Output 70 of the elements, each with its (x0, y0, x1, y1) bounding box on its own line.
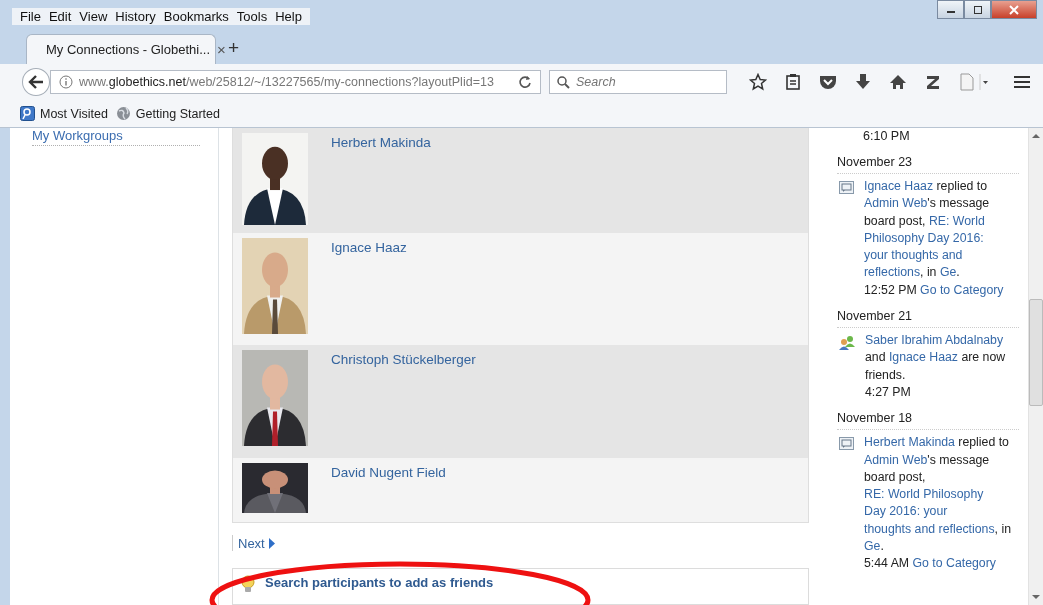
activity-link[interactable]: reflections (938, 521, 995, 536)
sidebar-link[interactable]: My Workgroups (32, 128, 200, 143)
menu-icon[interactable] (1013, 74, 1031, 90)
menu-item[interactable]: History (111, 9, 160, 24)
next-arrow-icon (267, 537, 275, 549)
search-field[interactable]: Search (549, 70, 727, 94)
activity-link[interactable]: Ignace Haaz (864, 179, 934, 193)
back-arrow-icon (27, 75, 44, 89)
go-to-category-link[interactable]: Category (953, 282, 1004, 297)
activity-text: Saber Ibrahim Abdalnaby and Ignace Haaz are now friends. 4:27 PM (865, 332, 1007, 401)
connection-name-link[interactable]: David Nugent Field (331, 465, 446, 480)
activity-link[interactable]: Saber Ibrahim (865, 333, 943, 348)
go-to-category-link[interactable]: Go to Category (912, 556, 996, 571)
page-dropdown-icon[interactable] (959, 73, 989, 91)
bookmark-star-icon[interactable] (749, 73, 767, 91)
lightbulb-icon (241, 575, 255, 594)
date-heading: November 21 (837, 309, 1019, 329)
bookmark-link[interactable]: Most Visited (20, 106, 108, 121)
menu-item[interactable]: Bookmarks (159, 9, 233, 24)
search-icon (556, 75, 570, 89)
activity-link[interactable]: your thoughts and (864, 248, 963, 263)
activity-time: 6:10 PM (862, 128, 911, 145)
go-to-category-link[interactable]: Go to (920, 282, 951, 297)
activity-link[interactable]: Day 2016: your (864, 504, 948, 519)
maximize-button[interactable] (964, 0, 991, 19)
next-link[interactable]: Next (238, 535, 275, 551)
scrollbar-thumb[interactable] (1029, 299, 1043, 406)
activity-link[interactable]: RE: World (928, 213, 985, 228)
clipboard-icon[interactable] (785, 73, 801, 91)
close-button[interactable] (991, 0, 1037, 19)
activity-link[interactable]: thoughts and (864, 521, 936, 536)
activity-link[interactable]: RE: World Philosophy (864, 487, 984, 502)
globe-icon (115, 106, 131, 121)
menu-item[interactable]: Tools (232, 9, 272, 24)
address-bar[interactable]: www.globethics.net/web/25812/~/13227565/my-connections?layoutPlid=13 (49, 70, 541, 94)
scrollbar[interactable] (1028, 128, 1043, 605)
menu-item[interactable]: View (75, 9, 112, 24)
activity-link[interactable]: Haaz (929, 350, 958, 365)
menu-item[interactable]: File (16, 9, 45, 24)
scroll-up-icon[interactable] (1032, 133, 1040, 139)
activity-link[interactable]: Ignace (888, 350, 926, 365)
activity-link[interactable]: Herbert Makinda (864, 435, 955, 450)
maximize-icon (972, 5, 983, 14)
activity-link[interactable]: Admin Web (864, 196, 928, 211)
scroll-down-icon[interactable] (1032, 594, 1040, 600)
activity-link[interactable]: Philosophy Day 2016: (864, 230, 984, 245)
activity-link[interactable]: Admin Web (864, 452, 928, 467)
connection-name-link[interactable]: Herbert Makinda (331, 135, 431, 150)
bookmark-link[interactable]: Getting Started (115, 106, 220, 121)
message-icon (839, 437, 854, 451)
tab-close-button[interactable]: × (217, 41, 226, 58)
date-heading: November 23 (837, 155, 1019, 174)
close-icon (1008, 4, 1020, 15)
menu-item[interactable]: Edit (44, 9, 76, 24)
connection-name-link[interactable]: Ignace Haaz (331, 240, 407, 255)
message-icon (839, 181, 854, 194)
activity-text: Herbert Makinda replied to Admin Web's message board post, RE: World Philosophy Day 2016: your thoughts and reflections, in Ge. 5:44 AM Go to Category (864, 434, 1012, 573)
home-icon[interactable] (889, 74, 907, 90)
back-button[interactable] (22, 68, 50, 96)
menu-item[interactable]: Help (271, 9, 306, 24)
date-heading: November 18 (837, 411, 1019, 431)
people-icon (839, 335, 855, 351)
activity-text: Ignace Haaz replied to Admin Web's message board post, RE: World Philosophy Day 2016: your thoughts and reflections, in Ge. 12:52 PM Go to Category (864, 178, 1005, 299)
download-icon[interactable] (855, 73, 871, 91)
activity-link[interactable]: Abdalnaby (945, 333, 1004, 348)
minimize-button[interactable] (937, 0, 964, 19)
reload-icon[interactable] (518, 75, 532, 89)
info-icon (58, 75, 73, 89)
connection-name-link[interactable]: Christoph Stückelberger (331, 352, 476, 367)
new-tab-button[interactable]: + (224, 37, 244, 59)
